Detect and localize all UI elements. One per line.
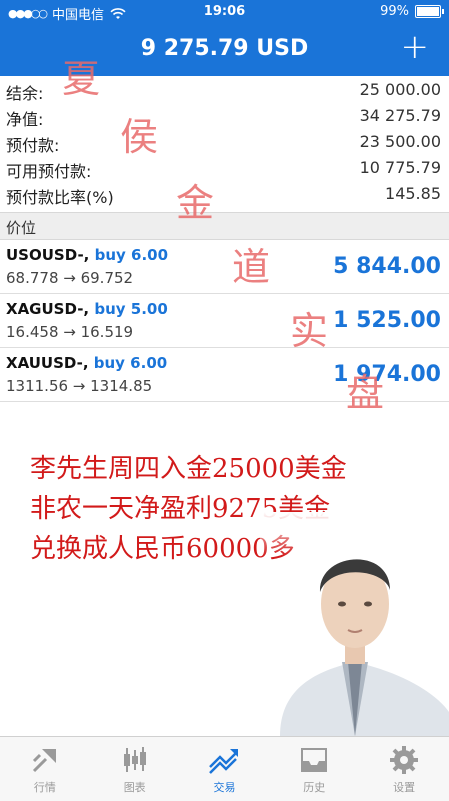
- summary-row-margin: 预付款: 23 500.00: [0, 128, 449, 155]
- status-bar: ●●●○○ 中国电信 19:06 99%: [0, 0, 449, 24]
- battery-icon: [415, 5, 444, 18]
- tab-label: 图表: [123, 781, 146, 794]
- chart-icon: [123, 747, 146, 772]
- summary-row-equity: 净值: 34 275.79: [0, 102, 449, 129]
- summary-value: 23 500.00: [359, 132, 441, 151]
- tab-label: 设置: [393, 781, 416, 794]
- summary-label: 结余:: [6, 84, 44, 103]
- watermark-char: 实: [290, 309, 329, 353]
- position-symbol: USOUSD-,: [6, 246, 90, 264]
- tab-quotes[interactable]: 行情: [0, 737, 90, 801]
- position-title: XAGUSD-, buy 5.00: [6, 300, 168, 318]
- tab-label: 交易: [213, 781, 236, 794]
- position-action: buy 6.00: [94, 246, 169, 264]
- history-icon: [301, 748, 328, 772]
- quotes-icon: [32, 749, 56, 773]
- summary-label: 可用预付款:: [6, 162, 92, 181]
- section-title: 价位: [6, 219, 37, 237]
- summary-label: 预付款比率(%): [6, 188, 114, 207]
- position-action: buy 5.00: [94, 300, 168, 318]
- position-profit: 5 844.00: [333, 254, 441, 279]
- add-order-button[interactable]: +: [401, 30, 430, 64]
- position-price-range: 16.458 → 16.519: [6, 323, 134, 341]
- summary-label: 净值:: [6, 110, 44, 129]
- summary-value: 145.85: [385, 184, 441, 203]
- tab-history[interactable]: 历史: [269, 737, 359, 801]
- battery-percent: 99%: [380, 4, 409, 19]
- summary-label: 预付款:: [6, 136, 60, 155]
- watermark-char: 盘: [346, 371, 385, 415]
- tab-settings[interactable]: 设置: [359, 737, 449, 801]
- watermark-char: 夏: [62, 57, 101, 101]
- watermark-char: 金: [176, 181, 215, 225]
- position-action: buy 6.00: [93, 354, 168, 372]
- status-right: 99%: [380, 4, 444, 19]
- tab-trade[interactable]: 交易: [180, 737, 270, 801]
- tab-bar: 行情 图表 交易 历史 设置: [0, 736, 449, 801]
- position-row[interactable]: XAGUSD-, buy 5.00 16.458 → 16.519 1 525.…: [0, 294, 449, 348]
- position-symbol: XAGUSD-,: [6, 300, 90, 318]
- battery-fill: [417, 7, 439, 16]
- summary-row-free-margin: 可用预付款: 10 775.79: [0, 154, 449, 181]
- positions-section-header: 价位: [0, 212, 449, 240]
- promo-line: 李先生周四入金25000美金: [30, 454, 347, 484]
- summary-value: 10 775.79: [359, 158, 441, 177]
- settings-icon: [390, 746, 419, 774]
- position-title: XAUUSD-, buy 6.00: [6, 354, 167, 372]
- summary-value: 25 000.00: [359, 80, 441, 99]
- watermark-char: 侯: [120, 115, 159, 159]
- tab-label: 行情: [33, 781, 56, 794]
- watermark-char: 道: [232, 245, 271, 289]
- summary-value: 34 275.79: [359, 106, 441, 125]
- person-photo: [260, 512, 449, 736]
- position-symbol: XAUUSD-,: [6, 354, 89, 372]
- position-profit: 1 525.00: [333, 308, 441, 333]
- position-title: USOUSD-, buy 6.00: [6, 246, 168, 264]
- position-price-range: 68.778 → 69.752: [6, 269, 134, 287]
- tab-chart[interactable]: 图表: [90, 737, 180, 801]
- trade-icon: [209, 749, 239, 774]
- position-price-range: 1311.56 → 1314.85: [6, 377, 153, 395]
- tab-label: 历史: [303, 781, 326, 794]
- position-row[interactable]: USOUSD-, buy 6.00 68.778 → 69.752 5 844.…: [0, 240, 449, 294]
- summary-row-margin-level: 预付款比率(%) 145.85: [0, 180, 449, 207]
